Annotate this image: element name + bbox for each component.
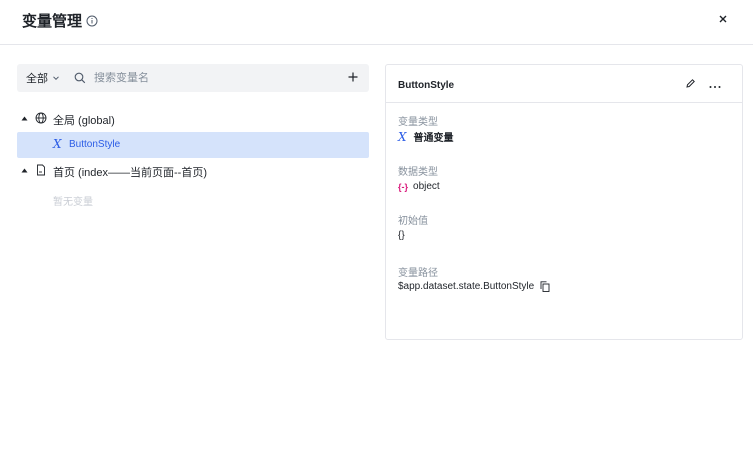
modal-title-text: 变量管理 bbox=[22, 13, 83, 30]
empty-state-text: 暂无变量 bbox=[53, 197, 93, 208]
caret-down-icon[interactable] bbox=[21, 167, 28, 174]
modal-title: 变量管理 bbox=[22, 10, 98, 31]
variable-path-text: $app.dataset.state.ButtonStyle bbox=[398, 281, 535, 292]
more-button[interactable] bbox=[708, 78, 722, 92]
copy-icon[interactable] bbox=[540, 281, 550, 292]
modal-header: 变量管理 bbox=[0, 0, 753, 45]
initial-value: {} bbox=[398, 230, 405, 241]
variable-toolbar: 全部 bbox=[17, 64, 369, 92]
add-variable-button[interactable] bbox=[345, 70, 361, 86]
initial-value-label: 初始值 bbox=[398, 216, 428, 227]
variable-x-icon: X bbox=[398, 129, 407, 144]
tree-item-label: ButtonStyle bbox=[69, 139, 121, 150]
variable-type-label: 变量类型 bbox=[398, 117, 438, 128]
variable-path-label: 变量路径 bbox=[398, 268, 438, 279]
tree-group-global[interactable]: 全局 (global) bbox=[17, 106, 369, 132]
data-type-value: {-} object bbox=[398, 181, 440, 192]
plus-icon bbox=[348, 69, 358, 87]
close-button[interactable] bbox=[715, 12, 731, 28]
scope-dropdown-label: 全部 bbox=[26, 73, 48, 85]
search-input[interactable] bbox=[94, 72, 324, 84]
tree-group-label: 全局 (global) bbox=[53, 115, 115, 127]
info-circle-icon[interactable] bbox=[86, 15, 98, 27]
caret-down-icon[interactable] bbox=[21, 115, 28, 122]
tree-group-index[interactable]: 首页 (index——当前页面--首页) bbox=[17, 158, 369, 184]
edit-button[interactable] bbox=[683, 78, 697, 92]
close-icon bbox=[718, 11, 728, 29]
scope-dropdown[interactable]: 全部 bbox=[17, 70, 60, 86]
search-icon bbox=[74, 72, 86, 84]
tree-group-label: 首页 (index——当前页面--首页) bbox=[53, 167, 208, 179]
more-dots-icon bbox=[709, 76, 721, 94]
edit-pencil-icon bbox=[685, 76, 696, 94]
data-type-text: object bbox=[413, 181, 440, 192]
detail-title: ButtonStyle bbox=[398, 80, 455, 91]
chevron-down-icon bbox=[52, 74, 60, 82]
detail-header: ButtonStyle bbox=[386, 65, 742, 103]
variable-x-icon: X bbox=[53, 137, 62, 151]
page-icon bbox=[35, 164, 47, 176]
tree-item-buttonstyle[interactable]: X ButtonStyle bbox=[17, 132, 369, 158]
variable-type-text: 普通变量 bbox=[413, 133, 454, 144]
variable-type-value: X 普通变量 bbox=[398, 129, 454, 145]
data-type-label: 数据类型 bbox=[398, 167, 438, 178]
variable-path-value: $app.dataset.state.ButtonStyle bbox=[398, 281, 550, 292]
object-type-icon: {-} bbox=[398, 181, 409, 192]
globe-icon bbox=[35, 112, 47, 124]
variable-tree: 全局 (global) X ButtonStyle 首页 (index——当前页… bbox=[17, 106, 369, 184]
initial-value-text: {} bbox=[398, 230, 405, 241]
variable-detail-panel: ButtonStyle 变量类型 X 普通变量 数据类型 {-} object … bbox=[385, 64, 743, 340]
